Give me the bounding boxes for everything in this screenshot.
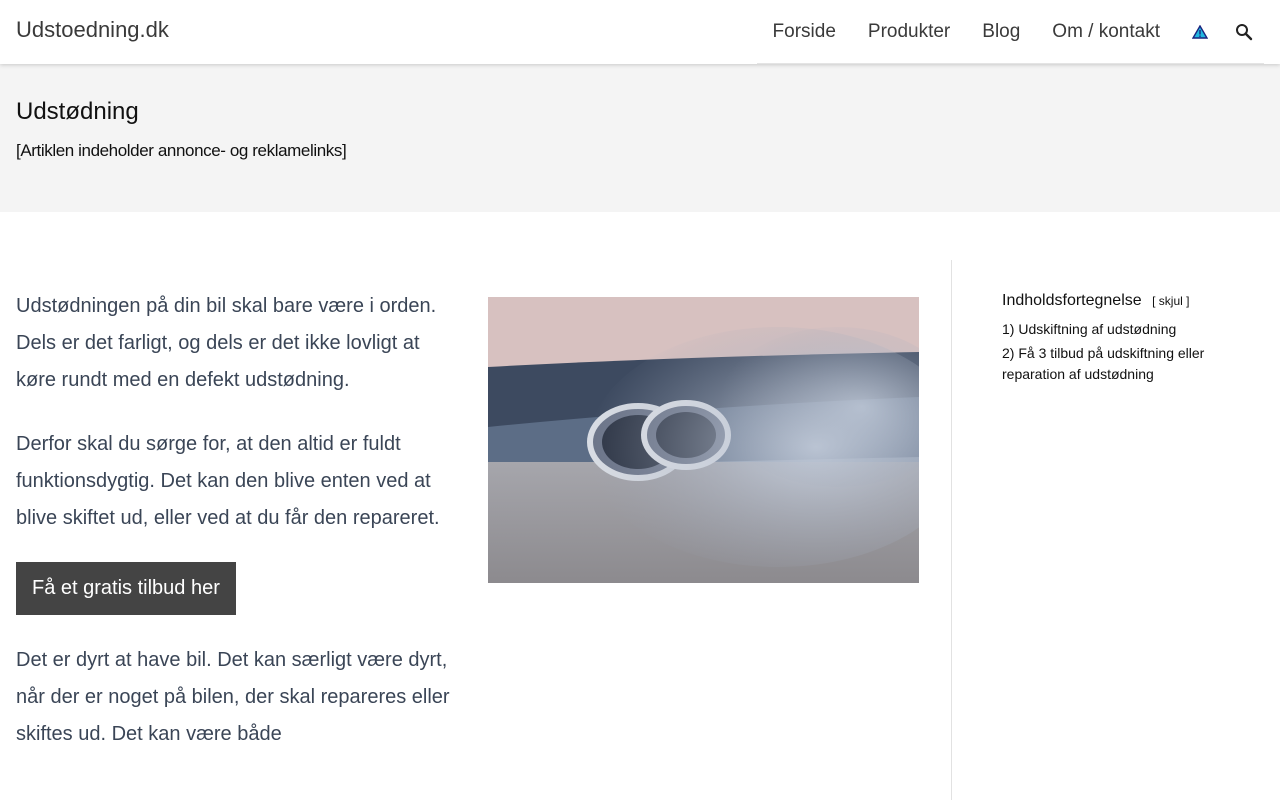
toc-item: 2) Få 3 tilbud på udskiftning eller repa… [1002,343,1242,385]
main-nav: Forside Produkter Blog Om / kontakt [756,0,1264,64]
nav-item-om-kontakt[interactable]: Om / kontakt [1036,0,1176,64]
toc-list: 1) Udskiftning af udstødning 2) Få 3 til… [1002,319,1242,385]
nav-item-produkter[interactable]: Produkter [852,0,966,64]
table-of-contents: Indholdsfortegnelse [ skjul ] 1) Udskift… [1002,292,1242,388]
toc-toggle[interactable]: [ skjul ] [1152,294,1189,308]
title-band: Udstødning [Artiklen indeholder annonce-… [0,64,1280,212]
toc-item-number: 1) [1002,321,1015,337]
paragraph-1: Udstødningen på din bil skal bare være i… [16,295,437,391]
toc-hide-link[interactable]: skjul [1159,294,1183,308]
ad-notice: [Artiklen indeholder annonce- og reklame… [16,141,347,160]
toc-toggle-open-bracket: [ [1152,294,1156,308]
exhaust-photo [488,297,919,583]
nav-item-forside[interactable]: Forside [757,0,852,64]
toc-toggle-close-bracket: ] [1186,294,1190,308]
warning-icon[interactable] [1176,0,1224,64]
nav-item-blog[interactable]: Blog [966,0,1036,64]
toc-item: 1) Udskiftning af udstødning [1002,319,1242,340]
search-icon[interactable] [1224,0,1264,64]
page-title: Udstødning [16,98,139,125]
toc-link-udskiftning[interactable]: Udskiftning af udstødning [1018,321,1176,337]
paragraph-3: Det er dyrt at have bil. Det kan særligt… [16,649,450,745]
free-quote-button[interactable]: Få et gratis tilbud her [16,562,236,615]
paragraph-2: Derfor skal du sørge for, at den altid e… [16,433,440,529]
sidebar-divider [951,260,952,800]
toc-link-tilbud[interactable]: Få 3 tilbud på udskiftning eller reparat… [1002,345,1204,382]
toc-title: Indholdsfortegnelse [1002,292,1142,309]
toc-item-number: 2) [1002,345,1015,361]
site-title-link[interactable]: Udstoedning.dk [16,17,169,43]
article-content: Udstødningen på din bil skal bare være i… [16,288,456,780]
site-header: Udstoedning.dk Forside Produkter Blog Om… [0,0,1280,64]
